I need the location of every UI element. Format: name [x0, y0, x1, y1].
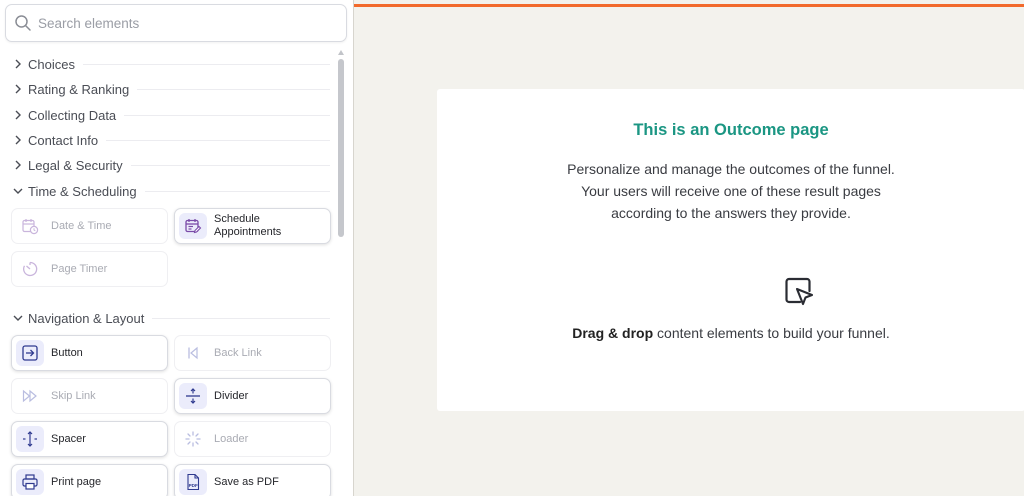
printer-icon [16, 469, 44, 495]
element-label: Back Link [214, 346, 262, 359]
page-title: This is an Outcome page [633, 121, 829, 139]
chevron-right-icon [15, 110, 21, 120]
divider [137, 88, 330, 90]
element-date-time[interactable]: Date & Time [11, 208, 168, 244]
scroll-up-arrow-icon[interactable] [338, 50, 344, 55]
chevron-down-icon [13, 188, 23, 194]
divider [106, 139, 330, 141]
element-skip-link[interactable]: Skip Link [11, 378, 168, 414]
category-label: Collecting Data [28, 107, 117, 123]
element-label: Button [51, 346, 83, 359]
calendar-clock-icon [16, 213, 44, 239]
category-contact-info[interactable]: Contact Info [12, 129, 330, 151]
category-collecting-data[interactable]: Collecting Data [12, 104, 330, 126]
calendar-edit-icon [179, 213, 207, 239]
element-label: Date & Time [51, 219, 112, 232]
element-loader[interactable]: Loader [174, 421, 331, 457]
category-label: Time & Scheduling [28, 183, 137, 199]
svg-text:PDF: PDF [189, 483, 198, 488]
divider [144, 190, 330, 192]
element-divider[interactable]: Divider [174, 378, 331, 414]
element-back-link[interactable]: Back Link [174, 335, 331, 371]
element-spacer[interactable]: Spacer [11, 421, 168, 457]
chevron-right-icon [15, 59, 21, 69]
element-label: Page Timer [51, 262, 108, 275]
category-choices[interactable]: Choices [12, 53, 330, 75]
drag-drop-bold: Drag & drop [572, 325, 654, 341]
cursor-click-icon [785, 277, 814, 306]
sidebar-scrollbar[interactable] [337, 50, 345, 496]
element-label: Divider [214, 389, 249, 402]
category-rating-ranking[interactable]: Rating & Ranking [12, 78, 330, 100]
app-frame: Choices Rating & Ranking Collecting Data… [0, 0, 1024, 496]
element-label: Schedule Appointments [214, 213, 282, 238]
elements-sidebar: Choices Rating & Ranking Collecting Data… [0, 0, 352, 496]
funnel-canvas: This is an Outcome page Personalize and … [353, 0, 1024, 496]
chevron-down-icon [13, 315, 23, 321]
spacer-icon [16, 426, 44, 452]
element-label: Save as PDF [214, 475, 279, 488]
outcome-page-card[interactable]: This is an Outcome page Personalize and … [437, 89, 1024, 411]
category-label: Rating & Ranking [28, 81, 130, 97]
scrollbar-thumb[interactable] [338, 59, 344, 237]
category-label: Choices [28, 56, 75, 72]
category-label: Navigation & Layout [28, 310, 145, 326]
category-legal-security[interactable]: Legal & Security [12, 154, 330, 176]
skip-link-icon [16, 383, 44, 409]
description-line: Your users will receive one of these res… [581, 183, 881, 199]
drag-drop-hint: Drag & drop content elements to build yo… [437, 325, 1024, 341]
chevron-right-icon [15, 160, 21, 170]
divider [124, 114, 330, 116]
category-label: Contact Info [28, 132, 99, 148]
element-page-timer[interactable]: Page Timer [11, 251, 168, 287]
chevron-right-icon [15, 135, 21, 145]
page-description: Personalize and manage the outcomes of t… [437, 158, 1024, 224]
element-label: Print page [51, 475, 102, 488]
element-label: Spacer [51, 432, 86, 445]
button-arrow-icon [16, 340, 44, 366]
loader-icon [179, 426, 207, 452]
category-navigation-layout[interactable]: Navigation & Layout [12, 307, 330, 329]
divider [130, 164, 330, 166]
element-label: Loader [214, 432, 249, 445]
description-line: Personalize and manage the outcomes of t… [567, 161, 895, 177]
element-save-as-pdf[interactable]: PDF Save as PDF [174, 464, 331, 496]
element-button[interactable]: Button [11, 335, 168, 371]
description-line: according to the answers they provide. [611, 205, 851, 221]
divider [82, 63, 330, 65]
element-label: Skip Link [51, 389, 96, 402]
element-print-page[interactable]: Print page [11, 464, 168, 496]
timer-icon [16, 256, 44, 282]
pdf-file-icon: PDF [179, 469, 207, 495]
divider [152, 317, 330, 319]
back-link-icon [179, 340, 207, 366]
element-schedule-appointments[interactable]: Schedule Appointments [174, 208, 331, 244]
category-label: Legal & Security [28, 157, 123, 173]
divider-icon [179, 383, 207, 409]
search-box[interactable] [5, 4, 347, 42]
category-time-scheduling[interactable]: Time & Scheduling [12, 180, 330, 202]
top-accent-bar [354, 4, 1024, 7]
search-input[interactable] [38, 12, 338, 34]
search-icon [15, 15, 31, 31]
drag-drop-text: content elements to build your funnel. [653, 325, 890, 341]
chevron-right-icon [15, 84, 21, 94]
